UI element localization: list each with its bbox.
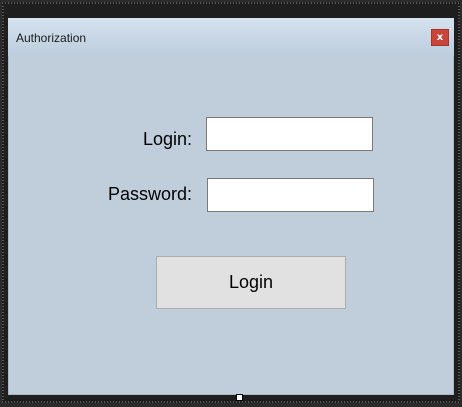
login-label: Login: <box>142 129 192 149</box>
authorization-window: Authorization x Login: Password: Login <box>8 18 454 395</box>
title-bar[interactable]: Authorization x <box>8 18 454 56</box>
close-icon: x <box>436 31 444 43</box>
login-input[interactable] <box>206 117 373 151</box>
password-label: Password: <box>107 184 192 204</box>
password-input[interactable] <box>207 178 374 212</box>
close-button[interactable]: x <box>431 29 449 46</box>
window-title: Authorization <box>16 31 87 45</box>
resize-handle[interactable] <box>236 394 243 401</box>
login-button[interactable]: Login <box>156 256 346 309</box>
